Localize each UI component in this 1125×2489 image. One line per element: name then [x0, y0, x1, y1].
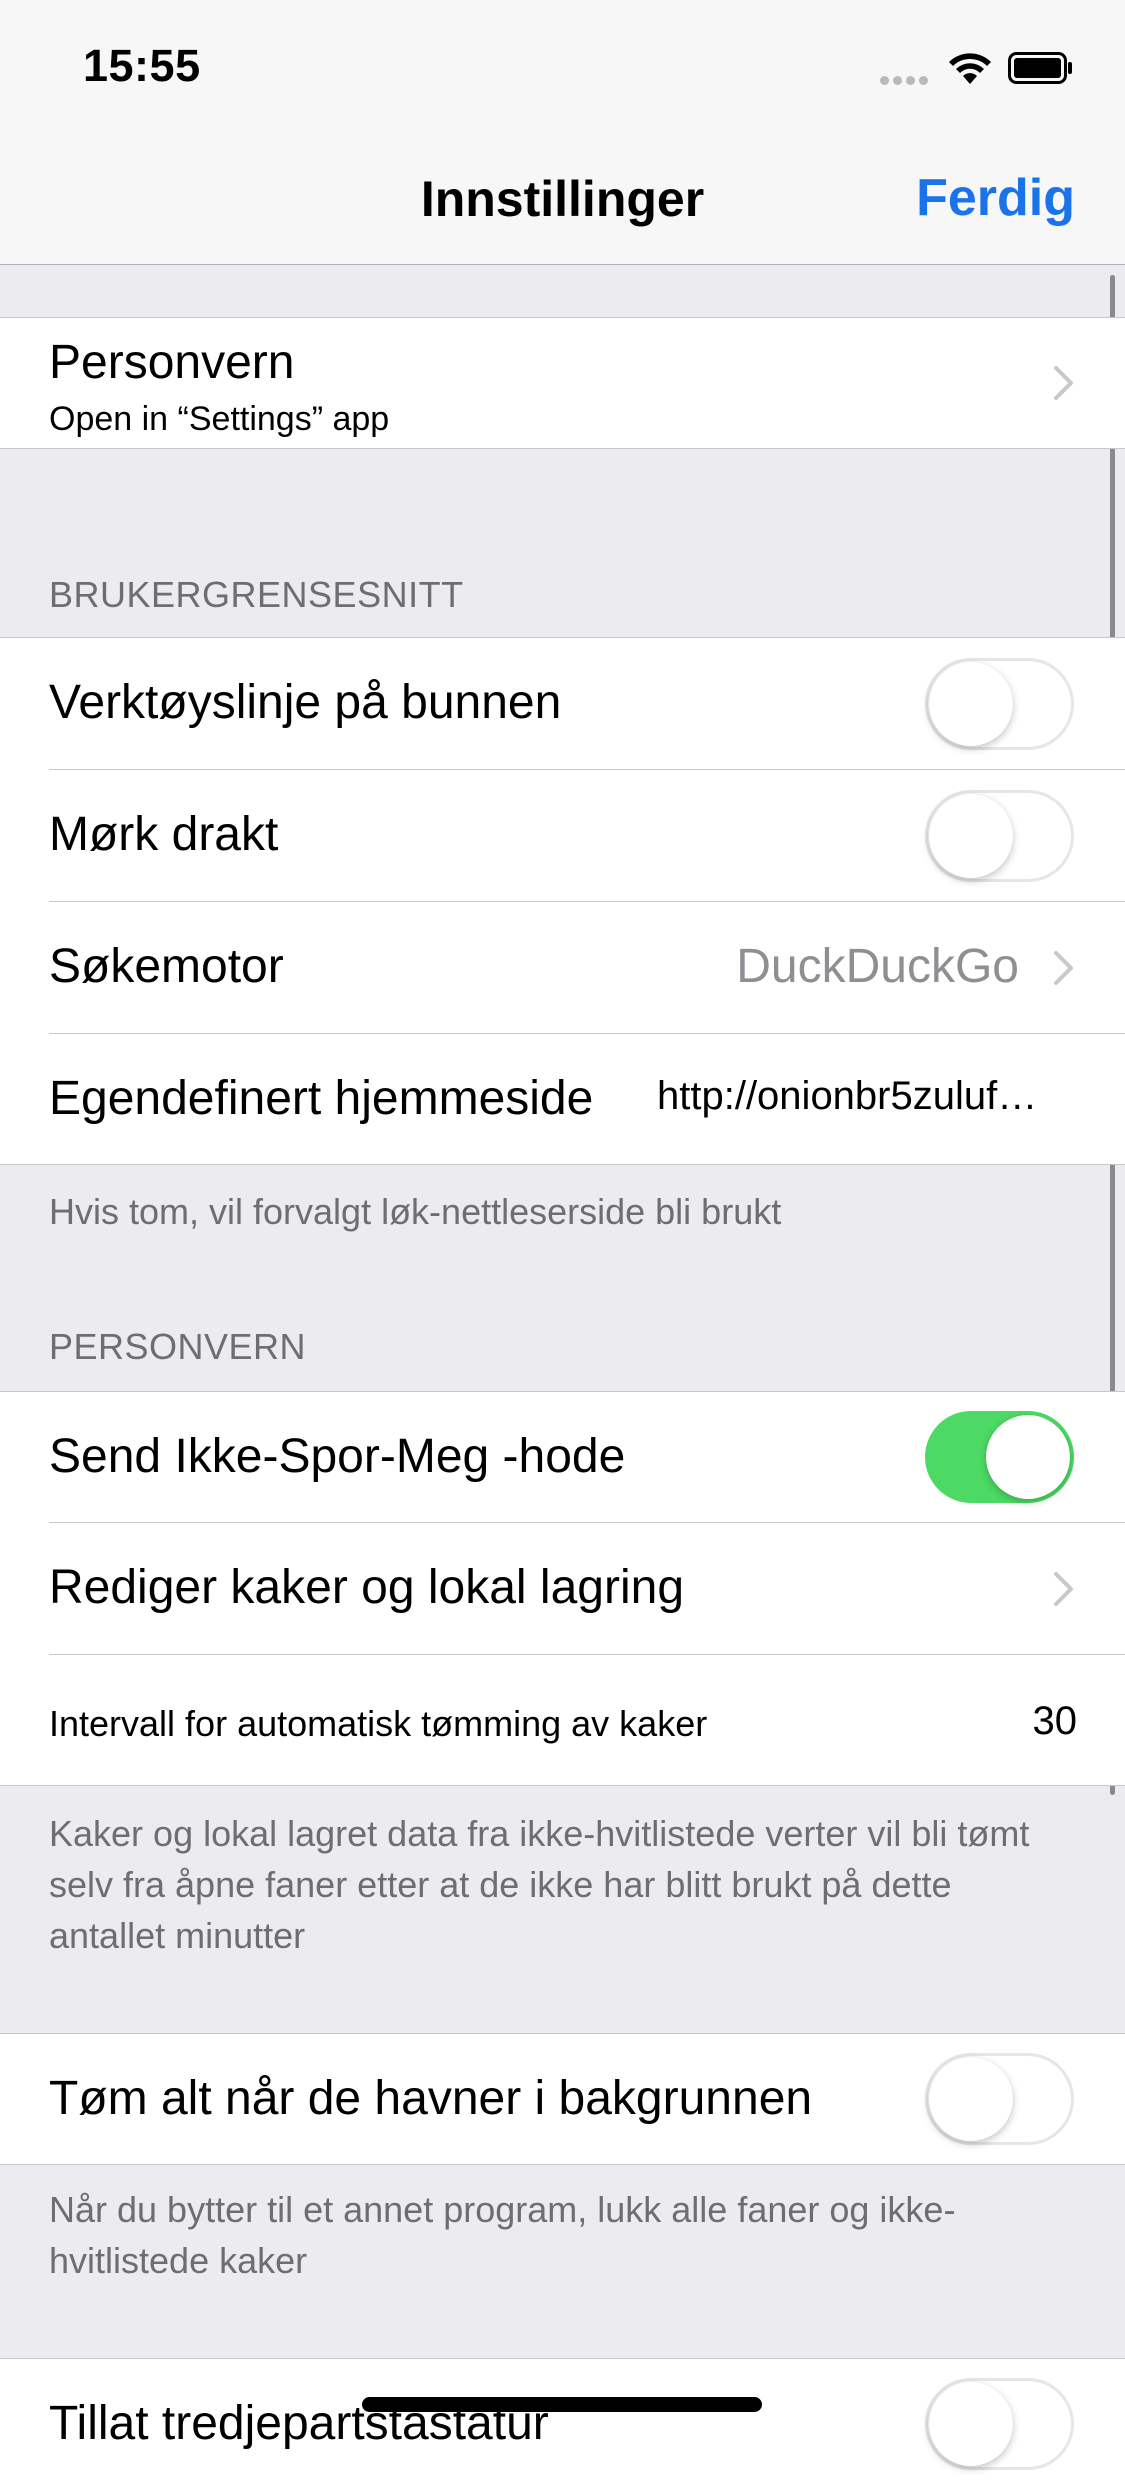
done-button[interactable]: Ferdig	[916, 168, 1075, 228]
privacy-link-subtitle: Open in “Settings” app	[49, 400, 390, 438]
battery-icon	[1008, 52, 1072, 84]
third-party-keyboard-toggle[interactable]	[925, 2378, 1074, 2470]
cookies-storage-label: Rediger kaker og lokal lagring	[49, 1561, 685, 1614]
dnt-toggle[interactable]	[925, 1411, 1074, 1503]
custom-homepage-field[interactable]: http://onionbr5zuluf…	[657, 1074, 1077, 1119]
dnt-row: Send Ikke-Spor-Meg -hode	[0, 1392, 1125, 1523]
toolbar-bottom-toggle[interactable]	[925, 658, 1074, 750]
navigation-bar: Innstillinger Ferdig	[0, 132, 1125, 265]
search-engine-label: Søkemotor	[49, 940, 284, 993]
divider	[0, 1164, 1125, 1165]
clear-background-row: Tøm alt når de havner i bakgrunnen	[0, 2034, 1125, 2164]
cookie-interval-row: Intervall for automatisk tømming av kake…	[0, 1655, 1125, 1785]
status-time: 15:55	[83, 40, 201, 91]
clear-background-toggle[interactable]	[925, 2053, 1074, 2145]
privacy-link-title: Personvern	[49, 336, 295, 389]
section-header-ui: BRUKERGRENSESNITT	[49, 574, 464, 615]
chevron-right-icon	[1054, 366, 1073, 400]
toolbar-bottom-row: Verktøyslinje på bunnen	[0, 638, 1125, 770]
chevron-right-icon	[1054, 951, 1073, 985]
search-engine-value: DuckDuckGo	[736, 940, 1019, 993]
third-party-keyboard-row: Tillat tredjepartstastatur	[0, 2359, 1125, 2489]
section-footer-background: Når du bytter til et annet program, lukk…	[49, 2189, 956, 2281]
custom-homepage-label: Egendefinert hjemmeside	[49, 1072, 594, 1125]
divider	[0, 448, 1125, 449]
privacy-settings-link[interactable]: Personvern Open in “Settings” app	[0, 318, 1125, 448]
search-engine-row[interactable]: Søkemotor DuckDuckGo	[0, 902, 1125, 1034]
section-footer-ui: Hvis tom, vil forvalgt løk-nettleserside…	[49, 1191, 782, 1232]
custom-homepage-row: Egendefinert hjemmeside http://onionbr5z…	[0, 1034, 1125, 1164]
dnt-label: Send Ikke-Spor-Meg -hode	[49, 1430, 626, 1483]
divider	[0, 2164, 1125, 2165]
status-bar: 15:55	[0, 0, 1125, 132]
dark-theme-toggle[interactable]	[925, 790, 1074, 882]
cookie-interval-label: Intervall for automatisk tømming av kake…	[49, 1703, 708, 1744]
cookies-storage-row[interactable]: Rediger kaker og lokal lagring	[0, 1523, 1125, 1655]
section-footer-privacy: Kaker og lokal lagret data fra ikke-hvit…	[49, 1813, 1030, 1956]
cookie-interval-value[interactable]: 30	[1033, 1699, 1078, 1744]
dark-theme-row: Mørk drakt	[0, 770, 1125, 902]
wifi-icon	[949, 53, 991, 84]
section-header-privacy: PERSONVERN	[49, 1326, 307, 1367]
dark-theme-label: Mørk drakt	[49, 808, 279, 861]
clear-background-label: Tøm alt når de havner i bakgrunnen	[49, 2072, 813, 2125]
cellular-signal-icon	[880, 72, 932, 90]
home-indicator[interactable]	[362, 2397, 762, 2412]
toolbar-bottom-label: Verktøyslinje på bunnen	[49, 676, 562, 729]
divider	[0, 1785, 1125, 1786]
chevron-right-icon	[1054, 1572, 1073, 1606]
